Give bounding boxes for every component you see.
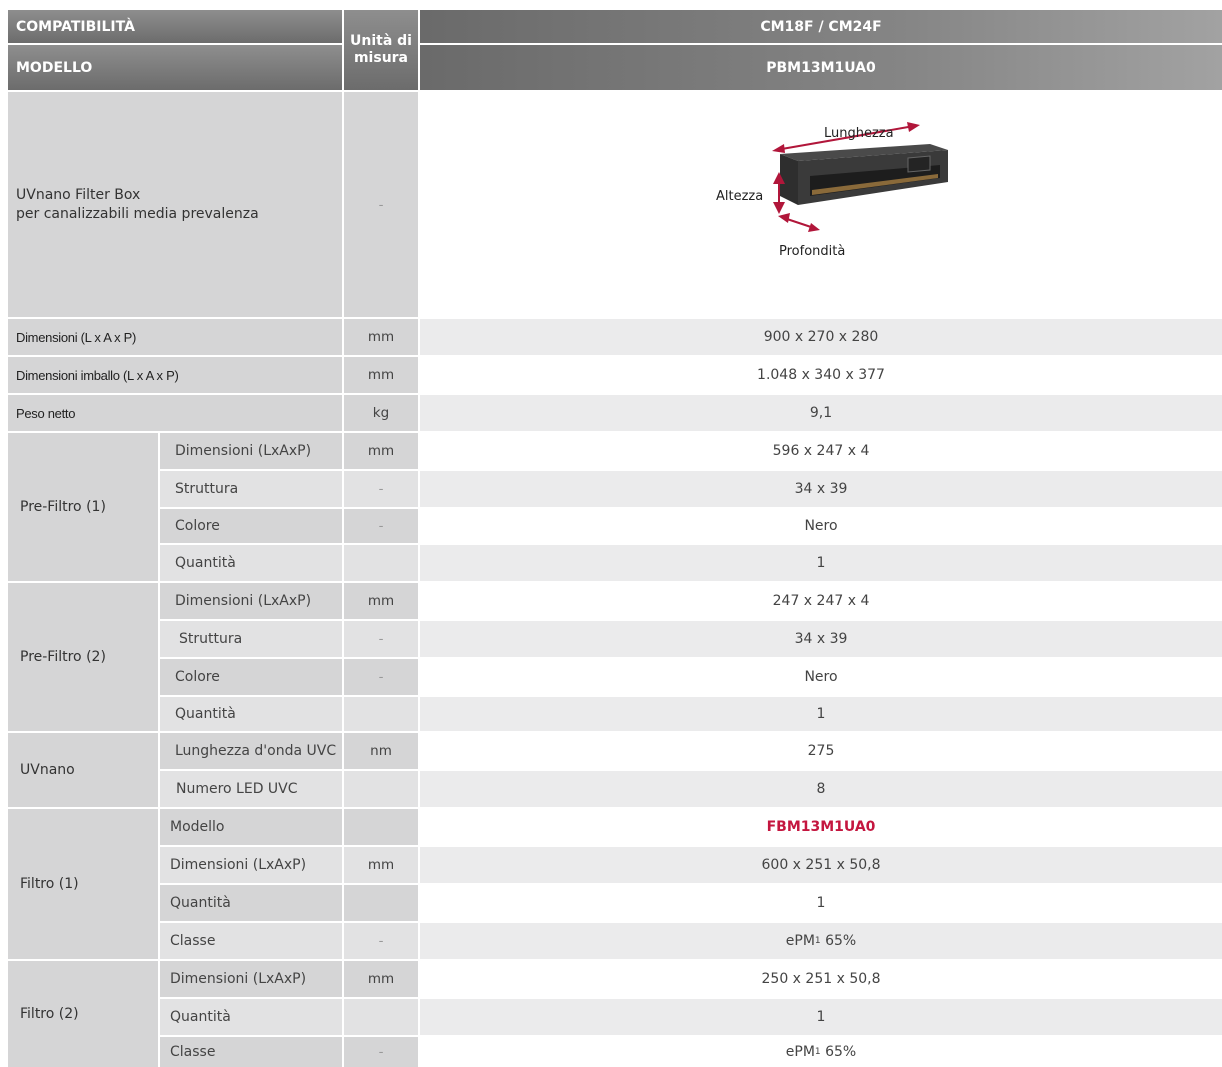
filter-box-image: Lunghezza Altezza Profondità xyxy=(716,122,948,259)
prefilter1-color-value: Nero xyxy=(420,509,1222,543)
prefilter1-dim-value: 596 x 247 x 4 xyxy=(420,433,1222,469)
filter2-dim-label: Dimensioni (LxAxP) xyxy=(160,961,342,997)
prefilter2-struct-unit: - xyxy=(344,621,418,657)
prefilter1-struct-label: Struttura xyxy=(160,471,342,507)
filter1-model-value[interactable]: FBM13M1UA0 xyxy=(420,809,1222,845)
depth-arrow-head-left xyxy=(778,213,790,223)
prefilter1-qty-value: 1 xyxy=(420,545,1222,581)
prefilter1-struct-unit: - xyxy=(344,471,418,507)
unit-header: Unità di misura xyxy=(344,10,418,90)
height-label: Altezza xyxy=(716,189,763,204)
height-arrow-head-bottom xyxy=(773,202,785,214)
compat-value-header: CM18F / CM24F xyxy=(420,10,1222,43)
prefilter2-struct-value: 34 x 39 xyxy=(420,621,1222,657)
uvnano-wave-value: 275 xyxy=(420,733,1222,769)
depth-label: Profondità xyxy=(779,244,845,259)
prefilter1-qty-label: Quantità xyxy=(160,545,342,581)
uvnano-wave-unit: nm xyxy=(344,733,418,769)
uvnano-led-value: 8 xyxy=(420,771,1222,807)
filter1-class-unit: - xyxy=(344,923,418,959)
dim-value: 900 x 270 x 280 xyxy=(420,319,1222,355)
filter1-class-main: ePM xyxy=(785,933,815,949)
filter1-qty-label: Quantità xyxy=(160,885,342,921)
pack-value: 1.048 x 340 x 377 xyxy=(420,357,1222,393)
prefilter2-dim-value: 247 x 247 x 4 xyxy=(420,583,1222,619)
product-name-line1: UVnano Filter Box xyxy=(16,186,141,203)
filter2-class-value: ePM 1 65% xyxy=(420,1037,1222,1067)
product-label: UVnano Filter Box per canalizzabili medi… xyxy=(8,92,342,317)
prefilter1-group: Pre-Filtro (1) xyxy=(8,433,158,581)
filter2-class-main: ePM xyxy=(785,1044,815,1060)
dim-unit: mm xyxy=(344,319,418,355)
filter1-qty-unit xyxy=(344,885,418,921)
length-arrow-head-left xyxy=(772,144,785,153)
weight-unit: kg xyxy=(344,395,418,431)
filter2-dim-value: 250 x 251 x 50,8 xyxy=(420,961,1222,997)
dim-label: Dimensioni (L x A x P) xyxy=(8,319,342,355)
uvnano-led-label: Numero LED UVC xyxy=(160,771,342,807)
filter1-model-label: Modello xyxy=(160,809,342,845)
length-arrow-head-right xyxy=(907,122,920,132)
filter2-dim-unit: mm xyxy=(344,961,418,997)
filter1-dim-label: Dimensioni (LxAxP) xyxy=(160,847,342,883)
prefilter2-qty-unit xyxy=(344,697,418,731)
uvnano-wave-label: Lunghezza d'onda UVC xyxy=(160,733,342,769)
prefilter2-group: Pre-Filtro (2) xyxy=(8,583,158,731)
filter2-group: Filtro (2) xyxy=(8,961,158,1067)
weight-value: 9,1 xyxy=(420,395,1222,431)
filter1-dim-unit: mm xyxy=(344,847,418,883)
filter2-class-rest: 65% xyxy=(820,1044,857,1060)
model-header: MODELLO xyxy=(8,45,342,90)
prefilter2-qty-label: Quantità xyxy=(160,697,342,731)
prefilter1-dim-unit: mm xyxy=(344,433,418,469)
product-name-line2: per canalizzabili media prevalenza xyxy=(16,205,259,222)
filter2-class-unit: - xyxy=(344,1037,418,1067)
product-image-cell: Lunghezza Altezza Profondità xyxy=(420,92,1222,317)
filter1-qty-value: 1 xyxy=(420,885,1222,921)
compat-header: COMPATIBILITÀ xyxy=(8,10,342,43)
product-unit: - xyxy=(344,92,418,317)
filter2-qty-label: Quantità xyxy=(160,999,342,1035)
prefilter1-qty-unit xyxy=(344,545,418,581)
filter1-class-rest: 65% xyxy=(820,933,857,949)
prefilter2-dim-unit: mm xyxy=(344,583,418,619)
prefilter1-color-label: Colore xyxy=(160,509,342,543)
box-window xyxy=(907,155,931,173)
prefilter2-color-label: Colore xyxy=(160,659,342,695)
filter2-qty-unit xyxy=(344,999,418,1035)
filter1-group: Filtro (1) xyxy=(8,809,158,959)
filter2-class-label: Classe xyxy=(160,1037,342,1067)
prefilter1-color-unit: - xyxy=(344,509,418,543)
prefilter2-qty-value: 1 xyxy=(420,697,1222,731)
depth-arrow-head-right xyxy=(808,223,820,232)
uvnano-led-unit xyxy=(344,771,418,807)
prefilter2-color-unit: - xyxy=(344,659,418,695)
pack-unit: mm xyxy=(344,357,418,393)
prefilter1-dim-label: Dimensioni (LxAxP) xyxy=(160,433,342,469)
spec-table: COMPATIBILITÀ Unità di misura CM18F / CM… xyxy=(8,10,1222,1067)
weight-label: Peso netto xyxy=(8,395,342,431)
filter1-dim-value: 600 x 251 x 50,8 xyxy=(420,847,1222,883)
prefilter2-struct-label: Struttura xyxy=(160,621,342,657)
uvnano-group: UVnano xyxy=(8,733,158,807)
model-value-header: PBM13M1UA0 xyxy=(420,45,1222,90)
prefilter2-color-value: Nero xyxy=(420,659,1222,695)
filter1-model-unit xyxy=(344,809,418,845)
filter1-class-value: ePM 1 65% xyxy=(420,923,1222,959)
pack-label: Dimensioni imballo (L x A x P) xyxy=(8,357,342,393)
prefilter1-struct-value: 34 x 39 xyxy=(420,471,1222,507)
prefilter2-dim-label: Dimensioni (LxAxP) xyxy=(160,583,342,619)
filter1-class-label: Classe xyxy=(160,923,342,959)
length-label: Lunghezza xyxy=(824,126,894,141)
filter2-qty-value: 1 xyxy=(420,999,1222,1035)
